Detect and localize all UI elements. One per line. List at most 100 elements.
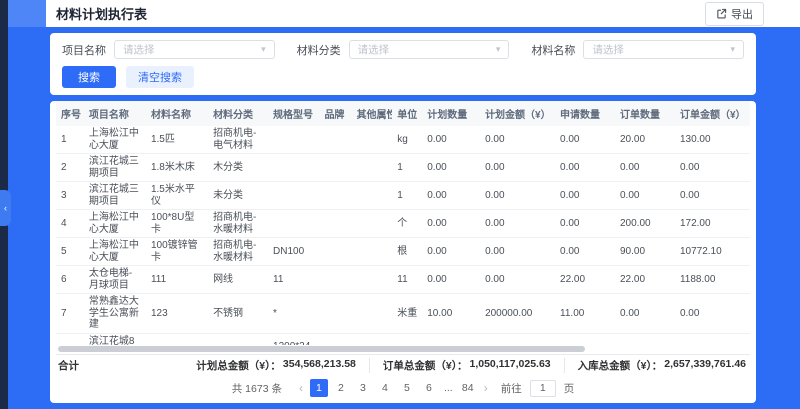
main-area: 材料计划执行表 导出 项目名称 请选择 ▾ xyxy=(46,0,800,409)
table-cell: 10.00 xyxy=(422,294,480,334)
table-cell: 0.00 xyxy=(422,182,480,210)
table-cell xyxy=(352,182,393,210)
page-button[interactable]: 1 xyxy=(310,379,328,397)
table-cell: 90.00 xyxy=(615,238,675,266)
table-cell xyxy=(352,238,393,266)
table-scroll-area[interactable]: 序号项目名称材料名称材料分类规格型号品牌其他属性单位计划数量计划金额（¥）申请数… xyxy=(56,101,750,345)
horizontal-scrollbar[interactable] xyxy=(56,346,750,353)
table-cell: 0.00 xyxy=(480,238,555,266)
table-cell: 上海松江中心大厦 xyxy=(84,238,146,266)
prev-page-button[interactable]: ‹ xyxy=(296,381,306,395)
table-cell xyxy=(319,294,351,334)
goto-page-input[interactable] xyxy=(530,380,556,397)
table-cell xyxy=(268,182,319,210)
totals-items: 计划总金额（¥）：354,568,213.58订单总金额（¥）：1,050,11… xyxy=(183,358,748,373)
total-item-label: 入库总金额（¥）： xyxy=(578,358,663,373)
search-button[interactable]: 搜索 xyxy=(62,66,116,88)
page-button[interactable]: 2 xyxy=(332,379,350,397)
project-name-select[interactable]: 请选择 ▾ xyxy=(114,40,275,59)
table-cell: 1.5匹 xyxy=(146,126,208,154)
page-button[interactable]: 84 xyxy=(459,379,477,397)
goto-label: 前往 xyxy=(501,381,522,396)
page-button[interactable]: 6 xyxy=(420,379,438,397)
table-cell: 0.00 xyxy=(555,182,615,210)
table-cell xyxy=(319,154,351,182)
table-cell: 1.8米木床 xyxy=(146,154,208,182)
table-cell: 1.5米水平仪 xyxy=(146,182,208,210)
column-header: 品牌 xyxy=(319,101,351,126)
table-panel: 序号项目名称材料名称材料分类规格型号品牌其他属性单位计划数量计划金额（¥）申请数… xyxy=(50,101,756,403)
material-category-select[interactable]: 请选择 ▾ xyxy=(349,40,510,59)
page-button[interactable]: 3 xyxy=(354,379,372,397)
table-cell: 墙面辅材 xyxy=(208,333,268,345)
export-button[interactable]: 导出 xyxy=(705,2,764,26)
table-cell: 0.00 xyxy=(555,126,615,154)
page-title: 材料计划执行表 xyxy=(56,4,705,23)
sidebar-expand-handle[interactable]: ‹ xyxy=(0,190,11,226)
table-cell: 1 xyxy=(392,154,422,182)
table-cell: 0.00 xyxy=(480,333,555,345)
table-cell: 20.00 xyxy=(615,126,675,154)
table-cell xyxy=(268,210,319,238)
page-button[interactable]: 4 xyxy=(376,379,394,397)
table-row[interactable]: 6太仓电梯-月球项目111网线11110.000.0022.0022.00118… xyxy=(56,266,750,294)
table-row[interactable]: 7常熟鑫达大学生公寓新建123不锈钢*米重10.00200000.0011.00… xyxy=(56,294,750,334)
table-cell xyxy=(319,210,351,238)
table-body: 1上海松江中心大厦1.5匹招商机电-电气材料kg0.000.000.0020.0… xyxy=(56,126,750,345)
table-cell: 12石膏板 xyxy=(146,333,208,345)
table-cell: 0.00 xyxy=(422,333,480,345)
export-label: 导出 xyxy=(731,6,753,22)
filter-panel: 项目名称 请选择 ▾ 材料分类 请选择 ▾ 材料 xyxy=(50,33,756,95)
page-ellipsis[interactable]: ... xyxy=(442,382,455,394)
table-cell: 上海松江中心大厦 xyxy=(84,210,146,238)
table-cell: 未分类 xyxy=(208,182,268,210)
table-cell xyxy=(352,126,393,154)
scrollbar-thumb[interactable] xyxy=(58,346,585,352)
table-row[interactable]: 5上海松江中心大厦100镀锌管卡招商机电-水暖材料DN100根0.000.000… xyxy=(56,238,750,266)
table-cell: 0.00 xyxy=(422,210,480,238)
table-cell: 11.00 xyxy=(555,294,615,334)
chevron-down-icon: ▾ xyxy=(730,45,735,54)
table-cell: 0.00 xyxy=(422,126,480,154)
table-cell: kg xyxy=(392,126,422,154)
material-name-select[interactable]: 请选择 ▾ xyxy=(583,40,744,59)
table-cell: 6 xyxy=(56,266,84,294)
table-row[interactable]: 3滨江花城三期项目1.5米水平仪未分类10.000.000.000.000.00 xyxy=(56,182,750,210)
table-cell: 0.00 xyxy=(675,294,750,334)
totals-row: 合计 计划总金额（¥）：354,568,213.58订单总金额（¥）：1,050… xyxy=(56,354,750,376)
table-cell: 米重 xyxy=(392,294,422,334)
table-row[interactable]: 4上海松江中心大厦100*8U型卡招商机电-水暖材料个0.000.000.002… xyxy=(56,210,750,238)
table-cell: 0.00 xyxy=(555,238,615,266)
left-sidebar: ‹ xyxy=(0,0,8,409)
clear-search-button[interactable]: 清空搜索 xyxy=(126,66,194,88)
table-cell: 0.00 xyxy=(422,238,480,266)
table-cell xyxy=(268,126,319,154)
table-cell: 0.00 xyxy=(675,154,750,182)
collapsed-nav-column xyxy=(8,0,46,409)
table-cell: DN100 xyxy=(268,238,319,266)
table-cell: 8 xyxy=(56,333,84,345)
table-cell: 130.00 xyxy=(675,126,750,154)
page-button[interactable]: 5 xyxy=(398,379,416,397)
next-page-button[interactable]: › xyxy=(481,381,491,395)
table-cell: 11 xyxy=(392,266,422,294)
filter-label-material-name: 材料名称 xyxy=(531,42,575,58)
table-cell: 200.00 xyxy=(615,210,675,238)
filter-row: 项目名称 请选择 ▾ 材料分类 请选择 ▾ 材料 xyxy=(62,40,744,59)
total-item-label: 订单总金额（¥）： xyxy=(383,358,468,373)
table-cell: 123 xyxy=(146,294,208,334)
table-cell: 0.00 xyxy=(480,154,555,182)
table-cell: 滨江花城8期项目-分包 xyxy=(84,333,146,345)
table-row[interactable]: 1上海松江中心大厦1.5匹招商机电-电气材料kg0.000.000.0020.0… xyxy=(56,126,750,154)
table-cell xyxy=(352,154,393,182)
table-cell: 个 xyxy=(392,210,422,238)
table-cell: 0.00 xyxy=(675,333,750,345)
table-cell: 172.00 xyxy=(675,210,750,238)
nav-logo-block[interactable] xyxy=(8,0,46,27)
table-cell: 0.00 xyxy=(615,154,675,182)
table-cell: 111 xyxy=(146,266,208,294)
table-cell: 0.00 xyxy=(615,333,675,345)
table-cell: 1188.00 xyxy=(675,266,750,294)
table-row[interactable]: 2滨江花城三期项目1.8米木床木分类10.000.000.000.000.00 xyxy=(56,154,750,182)
table-row[interactable]: 8滨江花城8期项目-分包12石膏板墙面辅材1200*2440*12龙牌根0.00… xyxy=(56,333,750,345)
